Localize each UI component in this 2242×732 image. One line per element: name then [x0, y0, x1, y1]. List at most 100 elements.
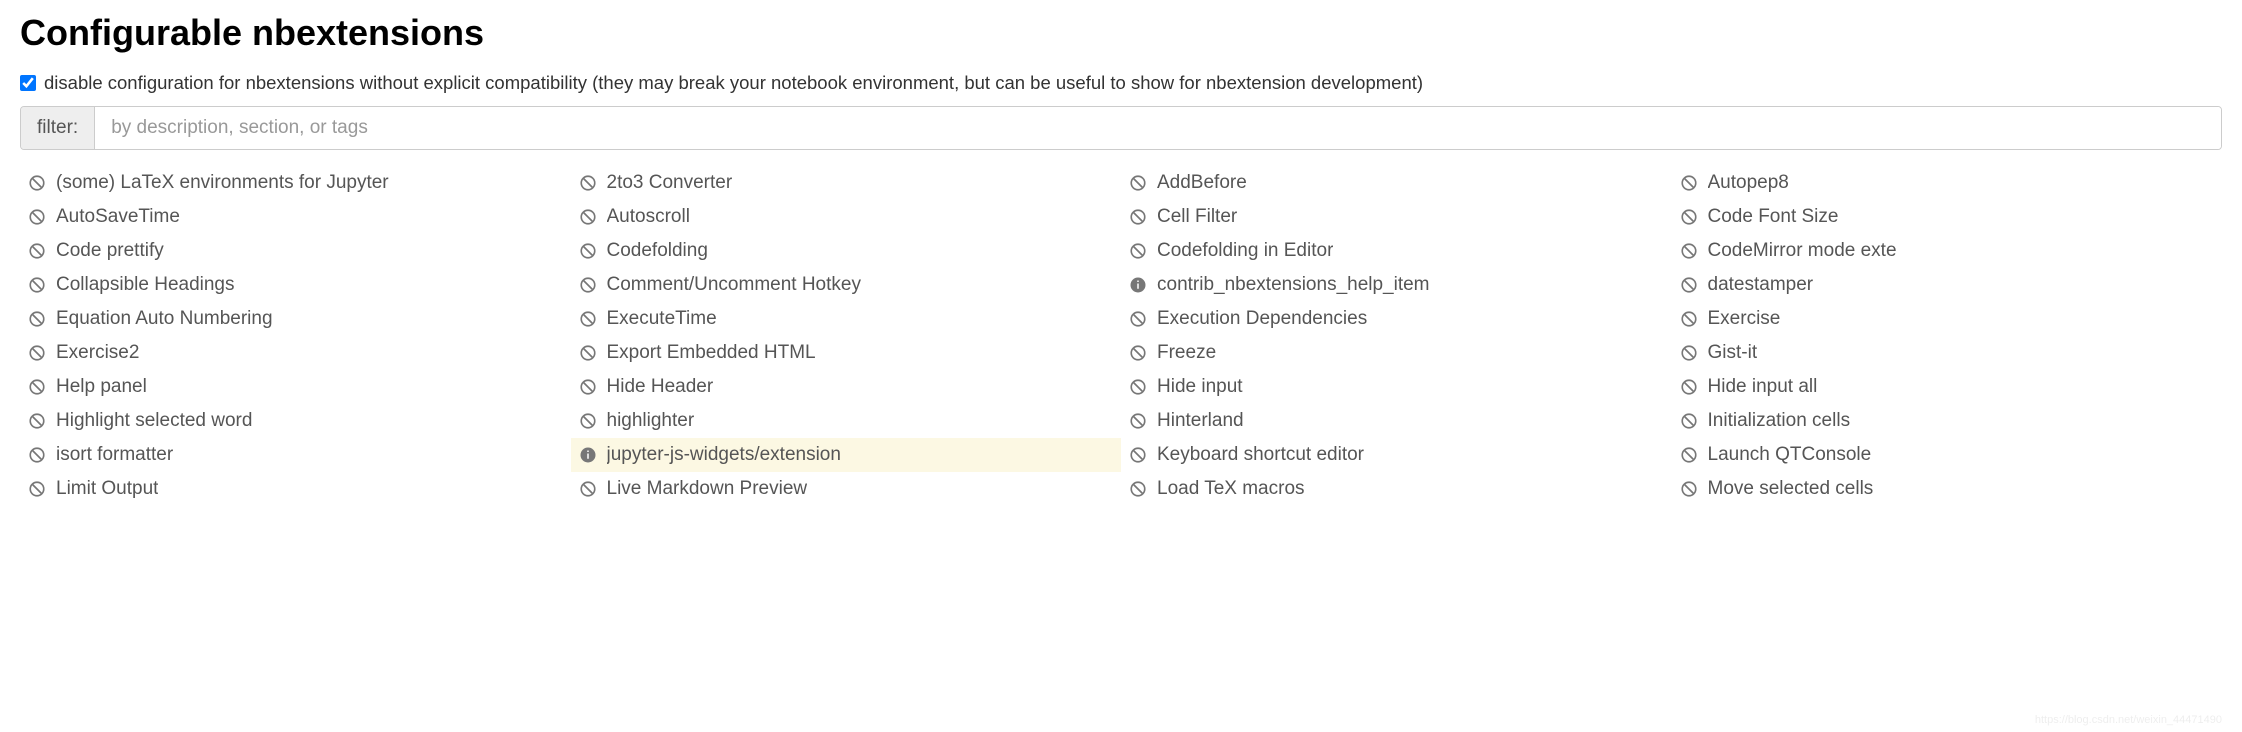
extension-item[interactable]: Export Embedded HTML [571, 336, 1122, 370]
ban-icon [1129, 310, 1147, 328]
ban-icon [579, 344, 597, 362]
extension-item[interactable]: contrib_nbextensions_help_item [1121, 268, 1672, 302]
extension-label: Execution Dependencies [1157, 308, 1367, 330]
extension-label: Exercise2 [56, 342, 139, 364]
ban-icon [579, 412, 597, 430]
ban-icon [579, 480, 597, 498]
filter-input[interactable] [95, 107, 2221, 149]
extension-item[interactable]: Initialization cells [1672, 404, 2223, 438]
extension-item[interactable]: Move selected cells [1672, 472, 2223, 506]
extension-label: Code Font Size [1708, 206, 1839, 228]
extension-label: (some) LaTeX environments for Jupyter [56, 172, 389, 194]
extension-item[interactable]: AutoSaveTime [20, 200, 571, 234]
extension-item[interactable]: jupyter-js-widgets/extension [571, 438, 1122, 472]
extension-label: Help panel [56, 376, 147, 398]
extension-item[interactable]: Comment/Uncomment Hotkey [571, 268, 1122, 302]
extension-label: Hinterland [1157, 410, 1244, 432]
extension-label: datestamper [1708, 274, 1814, 296]
ban-icon [579, 208, 597, 226]
ban-icon [579, 276, 597, 294]
extension-item[interactable]: isort formatter [20, 438, 571, 472]
extension-item[interactable]: Hinterland [1121, 404, 1672, 438]
extension-item[interactable]: ExecuteTime [571, 302, 1122, 336]
extension-label: Equation Auto Numbering [56, 308, 273, 330]
extension-item[interactable]: Autopep8 [1672, 166, 2223, 200]
extension-item[interactable]: AddBefore [1121, 166, 1672, 200]
extension-item[interactable]: Load TeX macros [1121, 472, 1672, 506]
extension-item[interactable]: Autoscroll [571, 200, 1122, 234]
extension-item[interactable]: Hide input all [1672, 370, 2223, 404]
ban-icon [1680, 174, 1698, 192]
disable-compat-checkbox[interactable] [20, 75, 36, 91]
extension-item[interactable]: Keyboard shortcut editor [1121, 438, 1672, 472]
page-title: Configurable nbextensions [20, 12, 2222, 54]
extension-label: Export Embedded HTML [607, 342, 816, 364]
extension-item[interactable]: Help panel [20, 370, 571, 404]
extension-item[interactable]: Hide Header [571, 370, 1122, 404]
ban-icon [28, 480, 46, 498]
disable-compat-row[interactable]: disable configuration for nbextensions w… [20, 72, 2222, 94]
extension-label: AutoSaveTime [56, 206, 180, 228]
extension-item[interactable]: Gist-it [1672, 336, 2223, 370]
extension-item[interactable]: Collapsible Headings [20, 268, 571, 302]
extension-label: Keyboard shortcut editor [1157, 444, 1364, 466]
extension-label: Limit Output [56, 478, 158, 500]
extension-label: jupyter-js-widgets/extension [607, 444, 841, 466]
watermark: https://blog.csdn.net/weixin_44471490 [2035, 714, 2222, 726]
extension-item[interactable]: (some) LaTeX environments for Jupyter [20, 166, 571, 200]
extension-item[interactable]: Code prettify [20, 234, 571, 268]
ban-icon [1129, 208, 1147, 226]
ban-icon [1129, 480, 1147, 498]
extension-item[interactable]: Codefolding in Editor [1121, 234, 1672, 268]
extension-item[interactable]: Cell Filter [1121, 200, 1672, 234]
extension-item[interactable]: Codefolding [571, 234, 1122, 268]
disable-compat-label: disable configuration for nbextensions w… [44, 72, 1423, 94]
extension-label: ExecuteTime [607, 308, 717, 330]
ban-icon [1680, 480, 1698, 498]
extension-label: Launch QTConsole [1708, 444, 1872, 466]
ban-icon [28, 310, 46, 328]
extension-item[interactable]: Exercise2 [20, 336, 571, 370]
extension-item[interactable]: Code Font Size [1672, 200, 2223, 234]
ban-icon [1680, 276, 1698, 294]
ban-icon [1680, 242, 1698, 260]
extension-item[interactable]: datestamper [1672, 268, 2223, 302]
extension-item[interactable]: Equation Auto Numbering [20, 302, 571, 336]
extension-label: Codefolding [607, 240, 708, 262]
ban-icon [28, 446, 46, 464]
extension-label: Gist-it [1708, 342, 1758, 364]
extension-item[interactable]: Launch QTConsole [1672, 438, 2223, 472]
extension-item[interactable]: Live Markdown Preview [571, 472, 1122, 506]
extension-item[interactable]: highlighter [571, 404, 1122, 438]
ban-icon [1129, 174, 1147, 192]
extension-item[interactable]: 2to3 Converter [571, 166, 1122, 200]
extension-label: Hide Header [607, 376, 714, 398]
ban-icon [1129, 378, 1147, 396]
extension-item[interactable]: Exercise [1672, 302, 2223, 336]
extension-label: Comment/Uncomment Hotkey [607, 274, 861, 296]
ban-icon [579, 174, 597, 192]
ban-icon [1680, 412, 1698, 430]
extension-item[interactable]: Execution Dependencies [1121, 302, 1672, 336]
extension-item[interactable]: CodeMirror mode exte [1672, 234, 2223, 268]
ban-icon [1680, 378, 1698, 396]
extension-label: 2to3 Converter [607, 172, 733, 194]
extension-item[interactable]: Highlight selected word [20, 404, 571, 438]
info-icon [579, 446, 597, 464]
extension-item[interactable]: Limit Output [20, 472, 571, 506]
extension-label: Exercise [1708, 308, 1781, 330]
extension-item[interactable]: Hide input [1121, 370, 1672, 404]
ban-icon [28, 242, 46, 260]
extension-label: AddBefore [1157, 172, 1247, 194]
ban-icon [579, 378, 597, 396]
extension-label: contrib_nbextensions_help_item [1157, 274, 1430, 296]
info-icon [1129, 276, 1147, 294]
ban-icon [1129, 344, 1147, 362]
ban-icon [1680, 344, 1698, 362]
ban-icon [28, 174, 46, 192]
ban-icon [28, 344, 46, 362]
filter-group: filter: [20, 106, 2222, 150]
extension-item[interactable]: Freeze [1121, 336, 1672, 370]
extension-label: Autopep8 [1708, 172, 1789, 194]
extension-label: Load TeX macros [1157, 478, 1305, 500]
